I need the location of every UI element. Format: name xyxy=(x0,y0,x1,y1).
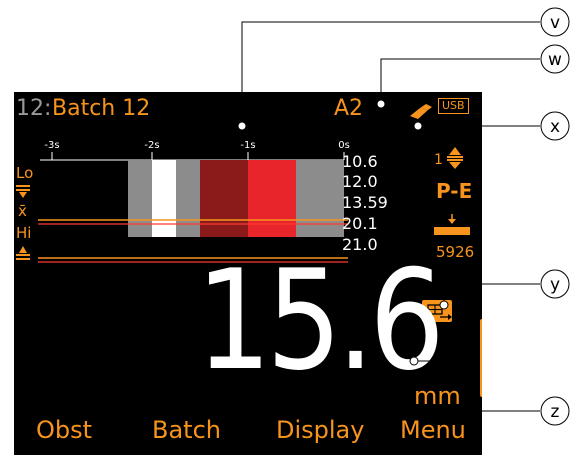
thickness-reading: 15.6 xyxy=(196,240,445,401)
timeline-tick-label: -1s xyxy=(240,140,255,151)
hi-label: Hi xyxy=(16,224,31,242)
limit-value-lo: 10.6 xyxy=(342,152,378,171)
callout-circle-w xyxy=(540,44,570,74)
gain-control[interactable]: 1 xyxy=(422,146,482,172)
callout-letter-w: w xyxy=(548,50,562,70)
callout-circle-y xyxy=(540,269,570,299)
usb-badge: USB xyxy=(438,98,469,114)
band-darkred xyxy=(200,160,248,237)
limit-value-mean: 13.59 xyxy=(342,193,388,212)
level-bar xyxy=(480,319,482,397)
band-gray-2 xyxy=(176,160,200,237)
probe-code: A2 xyxy=(334,96,364,121)
callout-letter-v: v xyxy=(550,13,560,33)
softkey-bar: Obst Batch Display Menu xyxy=(14,416,482,452)
limit-value-lo-warn: 12.0 xyxy=(342,172,378,191)
timeline-tick-label: -3s xyxy=(44,140,59,151)
callout-letter-x: x xyxy=(550,117,560,137)
band-gray-1 xyxy=(128,160,152,237)
softkey-menu[interactable]: Menu xyxy=(400,416,466,444)
batch-name: Batch 12 xyxy=(52,96,151,121)
callout-circle-z xyxy=(540,396,570,426)
band-white xyxy=(152,160,176,237)
timeline-ticks: -3s -2s -1s 0s xyxy=(44,140,350,160)
gain-adjust-icon xyxy=(444,146,466,174)
hi-limit-icon xyxy=(16,246,30,260)
header: 12: Batch 12 A2 USB xyxy=(14,92,482,124)
usb-connector-icon xyxy=(406,100,434,122)
band-gray-3 xyxy=(296,160,344,237)
lo-limit-icon xyxy=(16,185,30,198)
callout-letter-z: z xyxy=(551,402,560,422)
mean-symbol: x̄ xyxy=(18,202,27,220)
batch-number: 12: xyxy=(16,96,52,121)
mode-label[interactable]: P-E xyxy=(422,179,482,203)
lo-label: Lo xyxy=(16,164,33,182)
softkey-obst[interactable]: Obst xyxy=(36,416,92,444)
limit-value-hi-warn: 20.1 xyxy=(342,214,378,233)
timeline-tick-label: -2s xyxy=(144,140,159,151)
timeline-tick-label: 0s xyxy=(338,140,350,151)
softkey-display[interactable]: Display xyxy=(276,416,364,444)
probe-contact-icon xyxy=(422,213,482,239)
callout-circle-x xyxy=(540,111,570,141)
callout-circle-v xyxy=(540,7,570,37)
callout-letter-y: y xyxy=(550,275,560,295)
device-screen: 12: Batch 12 A2 USB -3s -2s -1s 0s Lo x̄… xyxy=(14,92,482,455)
gain-value: 1 xyxy=(434,152,443,168)
reading-unit: mm xyxy=(414,382,461,410)
band-red xyxy=(248,160,296,237)
softkey-batch[interactable]: Batch xyxy=(152,416,221,444)
